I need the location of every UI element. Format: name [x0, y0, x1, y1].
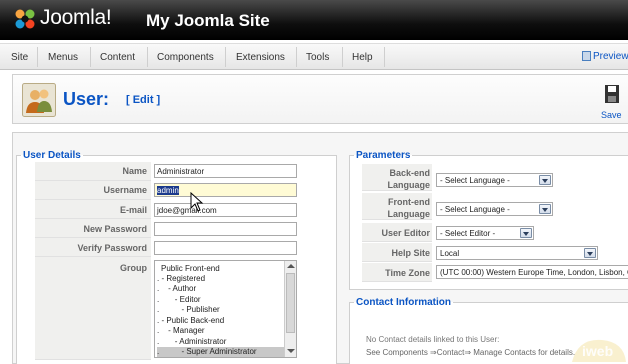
page-title: User:: [63, 89, 110, 109]
backend-language-select[interactable]: - Select Language -: [436, 173, 553, 187]
scroll-up-icon[interactable]: [287, 264, 295, 268]
verify-password-field[interactable]: [154, 241, 297, 255]
menu-separator: [147, 47, 148, 67]
group-item-manager[interactable]: . - Manager: [157, 326, 284, 337]
group-list[interactable]: Public Front-end . - Registered . - Auth…: [154, 260, 297, 358]
menu-separator: [90, 47, 91, 67]
group-list-scrollbar[interactable]: [284, 261, 296, 357]
preview-link[interactable]: Preview: [593, 51, 628, 62]
dropdown-arrow-icon[interactable]: [584, 248, 596, 258]
toolbar: User: [ Edit ] Save: [12, 74, 628, 124]
menu-site[interactable]: Site: [11, 52, 28, 63]
menu-separator: [296, 47, 297, 67]
page-subtitle: [ Edit ]: [126, 94, 161, 106]
menu-menus[interactable]: Menus: [48, 52, 78, 63]
contact-help-text: See Components ⇒Contact⇒ Manage Contacts…: [366, 348, 576, 357]
email-field[interactable]: jdoe@gmail.com: [154, 203, 297, 217]
scrollbar-thumb[interactable]: [286, 273, 295, 333]
save-button[interactable]: Save: [597, 83, 627, 123]
backend-language-label-line1: Back-end: [389, 168, 430, 178]
frontend-language-label-line2: Language: [387, 209, 430, 219]
help-site-label: Help Site: [391, 248, 430, 258]
menu-separator: [384, 47, 385, 67]
group-item-publisher[interactable]: . - Publisher: [157, 305, 284, 316]
save-label: Save: [601, 110, 622, 120]
contact-legend: Contact Information: [356, 297, 451, 308]
user-editor-select[interactable]: - Select Editor -: [436, 226, 534, 240]
user-editor-value: - Select Editor -: [440, 229, 496, 238]
dropdown-arrow-icon[interactable]: [539, 204, 551, 214]
frontend-language-select[interactable]: - Select Language -: [436, 202, 553, 216]
parameters-legend: Parameters: [356, 150, 411, 161]
frontend-language-value: - Select Language -: [440, 205, 510, 214]
menu-content[interactable]: Content: [100, 52, 135, 63]
save-icon: [605, 85, 619, 103]
help-site-select[interactable]: Local: [436, 246, 598, 260]
header-bar: Joomla! My Joomla Site: [0, 0, 628, 40]
user-details-legend: User Details: [23, 150, 81, 161]
menu-help[interactable]: Help: [352, 52, 373, 63]
group-item-author[interactable]: . - Author: [157, 284, 284, 295]
svg-text:iweb: iweb: [582, 343, 613, 359]
name-label: Name: [122, 166, 147, 176]
contact-message: No Contact details linked to this User:: [366, 335, 500, 344]
menu-separator: [225, 47, 226, 67]
username-field[interactable]: admin: [154, 183, 297, 197]
preview-icon[interactable]: [582, 51, 591, 61]
iweb-watermark: iweb: [572, 339, 626, 362]
menu-extensions[interactable]: Extensions: [236, 52, 285, 63]
user-manager-icon: [22, 83, 56, 117]
verify-password-label: Verify Password: [77, 243, 147, 253]
site-name: My Joomla Site: [146, 11, 270, 30]
menu-tools[interactable]: Tools: [306, 52, 329, 63]
frontend-language-label: Front-end Language: [362, 196, 430, 220]
username-label: Username: [103, 185, 147, 195]
group-label: Group: [120, 263, 147, 273]
new-password-field[interactable]: [154, 222, 297, 236]
mouse-cursor-icon: [190, 192, 204, 212]
menu-separator: [37, 47, 38, 67]
backend-language-label-line2: Language: [387, 180, 430, 190]
menu-separator: [342, 47, 343, 67]
group-item-super-administrator[interactable]: . - Super Administrator: [157, 347, 284, 357]
backend-language-label: Back-end Language: [362, 167, 430, 191]
dropdown-arrow-icon[interactable]: [539, 175, 551, 185]
logo-text: Joomla!: [40, 6, 112, 29]
user-editor-label: User Editor: [381, 228, 430, 238]
time-zone-select[interactable]: (UTC 00:00) Western Europe Time, London,…: [436, 265, 628, 279]
menu-components[interactable]: Components: [157, 52, 214, 63]
time-zone-label: Time Zone: [385, 268, 430, 278]
scroll-down-icon[interactable]: [287, 349, 295, 353]
name-field[interactable]: Administrator: [154, 164, 297, 178]
frontend-language-label-line1: Front-end: [388, 197, 430, 207]
backend-language-value: - Select Language -: [440, 176, 510, 185]
new-password-label: New Password: [83, 224, 147, 234]
email-label: E-mail: [119, 205, 147, 215]
joomla-logo-icon: [15, 9, 35, 29]
username-value: admin: [157, 186, 179, 195]
main-menu-bar: Site Menus Content Components Extensions…: [0, 43, 628, 70]
dropdown-arrow-icon[interactable]: [520, 228, 532, 238]
help-site-value: Local: [440, 249, 460, 258]
